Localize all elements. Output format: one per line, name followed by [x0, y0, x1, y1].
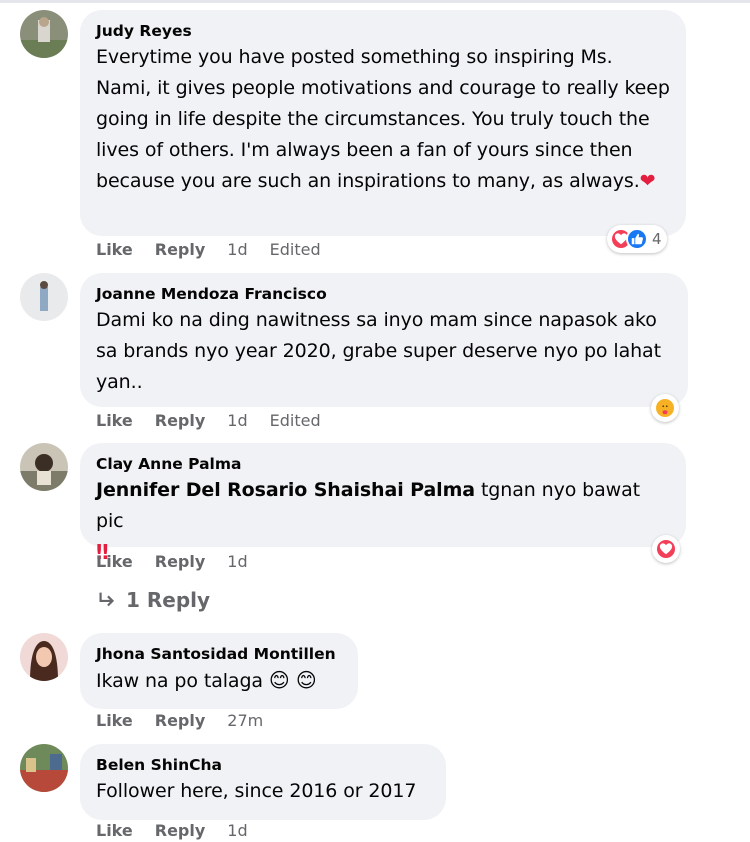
avatar[interactable] — [20, 273, 68, 321]
avatar[interactable] — [20, 443, 68, 491]
timestamp[interactable]: 1d — [227, 239, 247, 261]
avatar[interactable] — [20, 633, 68, 681]
comment-author[interactable]: Jhona Santosidad Montillen — [96, 643, 342, 665]
like-button[interactable]: Like — [96, 710, 133, 732]
like-button[interactable]: Like — [96, 551, 133, 573]
edited-label: Edited — [269, 240, 321, 259]
comment-author[interactable]: Clay Anne Palma — [96, 453, 670, 475]
love-reaction-icon — [655, 538, 677, 560]
comment-text: Follower here, since 2016 or 2017 — [96, 780, 417, 802]
replies-count-label: 1 Reply — [126, 588, 211, 612]
comment-author[interactable]: Joanne Mendoza Francisco — [96, 283, 672, 305]
comment-bubble: Clay Anne Palma Jennifer Del Rosario Sha… — [80, 443, 686, 564]
comment-actions: Like Reply 1d Edited — [96, 410, 343, 432]
smiling-face-icon: 😊 😊 — [268, 668, 317, 692]
reply-button[interactable]: Reply — [155, 410, 206, 432]
care-reaction-icon — [654, 397, 676, 419]
reply-button[interactable]: Reply — [155, 710, 206, 732]
comment-actions: Like Reply 1d — [96, 551, 270, 573]
comment-bubble: Jhona Santosidad Montillen Ikaw na po ta… — [80, 633, 358, 709]
reaction-summary[interactable]: 4 — [607, 225, 667, 253]
reaction-summary[interactable] — [651, 394, 679, 422]
comment-actions: Like Reply 1d Edited — [96, 239, 343, 261]
reply-arrow-icon — [99, 592, 115, 607]
comment-text: Everytime you have posted something so i… — [96, 46, 670, 192]
reaction-count: 4 — [652, 230, 662, 248]
top-divider — [0, 0, 750, 3]
like-button[interactable]: Like — [96, 410, 133, 432]
edited-label: Edited — [269, 411, 321, 430]
timestamp[interactable]: 27m — [227, 710, 263, 732]
like-button[interactable]: Like — [96, 239, 133, 261]
reaction-summary[interactable] — [652, 535, 680, 563]
timestamp[interactable]: 1d — [227, 410, 247, 432]
comment-bubble: Belen ShinCha Follower here, since 2016 … — [80, 744, 446, 820]
reply-button[interactable]: Reply — [155, 239, 206, 261]
like-reaction-icon — [626, 228, 648, 250]
comment-actions: Like Reply 27m — [96, 710, 285, 732]
avatar[interactable] — [20, 10, 68, 58]
comment-author[interactable]: Belen ShinCha — [96, 754, 430, 776]
comment-author[interactable]: Judy Reyes — [96, 20, 670, 42]
comment-text: Ikaw na po talaga 😊 😊 — [96, 668, 317, 692]
mention-tag[interactable]: Jennifer Del Rosario Shaishai Palma — [96, 479, 475, 501]
comment-bubble: Joanne Mendoza Francisco Dami ko na ding… — [80, 273, 688, 407]
comment-bubble: Judy Reyes Everytime you have posted som… — [80, 10, 686, 236]
reply-button[interactable]: Reply — [155, 551, 206, 573]
view-replies-button[interactable]: 1 Reply — [96, 588, 210, 612]
comment-text: Dami ko na ding nawitness sa inyo mam si… — [96, 309, 661, 393]
red-heart-icon: ❤ — [639, 170, 656, 192]
timestamp[interactable]: 1d — [227, 551, 247, 573]
avatar[interactable] — [20, 744, 68, 792]
